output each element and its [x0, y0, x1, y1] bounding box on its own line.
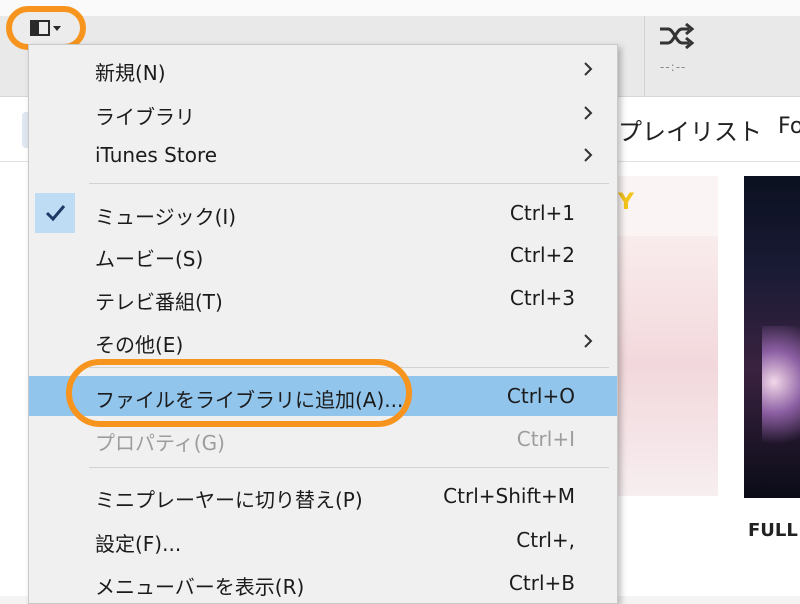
sidebar-menu-icon — [30, 20, 61, 36]
menu-item-label: 設定(F)... — [95, 532, 182, 556]
menu-item-library[interactable]: ライブラリ — [29, 93, 617, 133]
album-card[interactable] — [744, 176, 800, 498]
menu-item-show-menu-bar[interactable]: メニューバーを表示(R) Ctrl+B — [29, 563, 617, 603]
album-artwork — [762, 326, 800, 466]
menu-item-new[interactable]: 新規(N) — [29, 49, 617, 89]
menu-separator — [89, 467, 609, 468]
menu-item-label: ライブラリ — [95, 105, 195, 129]
chevron-right-icon — [584, 106, 593, 120]
menu-item-shortcut: Ctrl+2 — [509, 243, 575, 267]
chevron-right-icon — [584, 334, 593, 348]
menu-item-preferences[interactable]: 設定(F)... Ctrl+, — [29, 520, 617, 560]
menu-item-label: iTunes Store — [95, 143, 218, 167]
album-card[interactable]: Y — [608, 176, 718, 496]
menu-item-shortcut: Ctrl+I — [516, 427, 575, 451]
album-artwork — [608, 236, 718, 496]
menu-item-shortcut: Ctrl+Shift+M — [443, 484, 575, 508]
menu-item-label: テレビ番組(T) — [95, 290, 223, 314]
album-artwork-letter: Y — [618, 190, 634, 215]
checkmark-icon — [45, 205, 66, 222]
title-strip — [0, 0, 800, 16]
menu-item-shortcut: Ctrl+3 — [509, 286, 575, 310]
menu-item-shortcut: Ctrl+, — [516, 528, 575, 552]
menu-item-properties: プロパティ(G) Ctrl+I — [29, 419, 617, 459]
menu-item-label: プロパティ(G) — [95, 431, 225, 455]
menu-item-label: ミュージック(I) — [95, 205, 237, 229]
menu-item-tv-shows[interactable]: テレビ番組(T) Ctrl+3 — [29, 278, 617, 318]
menu-item-label: ムービー(S) — [95, 247, 204, 271]
menu-item-shortcut: Ctrl+1 — [509, 201, 575, 225]
menu-item-label: 新規(N) — [95, 61, 166, 85]
toolbar-divider — [644, 16, 645, 96]
menu-item-label: ミニプレーヤーに切り替え(P) — [95, 488, 363, 512]
menu-item-shortcut: Ctrl+O — [506, 384, 575, 408]
album-card-caption: FULL — [748, 520, 798, 541]
menu-item-shortcut: Ctrl+B — [508, 571, 575, 595]
menu-item-add-file-to-library[interactable]: ファイルをライブラリに追加(A)... Ctrl+O — [29, 376, 617, 416]
time-readout: --:-- — [660, 60, 687, 74]
menu-item-itunes-store[interactable]: iTunes Store — [29, 135, 617, 175]
check-background — [35, 193, 75, 233]
dropdown-menu: 新規(N) ライブラリ iTunes Store ミュージック(I) Ctrl+… — [28, 44, 618, 604]
tab-playlist[interactable]: プレイリスト — [618, 112, 762, 147]
chevron-right-icon — [584, 62, 593, 76]
menu-item-label: ファイルをライブラリに追加(A)... — [95, 388, 404, 412]
shuffle-icon[interactable] — [656, 20, 696, 52]
menu-item-other[interactable]: その他(E) — [29, 321, 617, 361]
menu-separator — [89, 367, 609, 368]
menu-item-label: その他(E) — [95, 333, 184, 357]
menu-item-movies[interactable]: ムービー(S) Ctrl+2 — [29, 235, 617, 275]
tab-for-you[interactable]: Fo — [778, 114, 800, 139]
menu-item-music[interactable]: ミュージック(I) Ctrl+1 — [29, 193, 617, 233]
menu-separator — [89, 183, 609, 184]
chevron-right-icon — [584, 148, 593, 162]
menu-item-mini-player[interactable]: ミニプレーヤーに切り替え(P) Ctrl+Shift+M — [29, 476, 617, 516]
